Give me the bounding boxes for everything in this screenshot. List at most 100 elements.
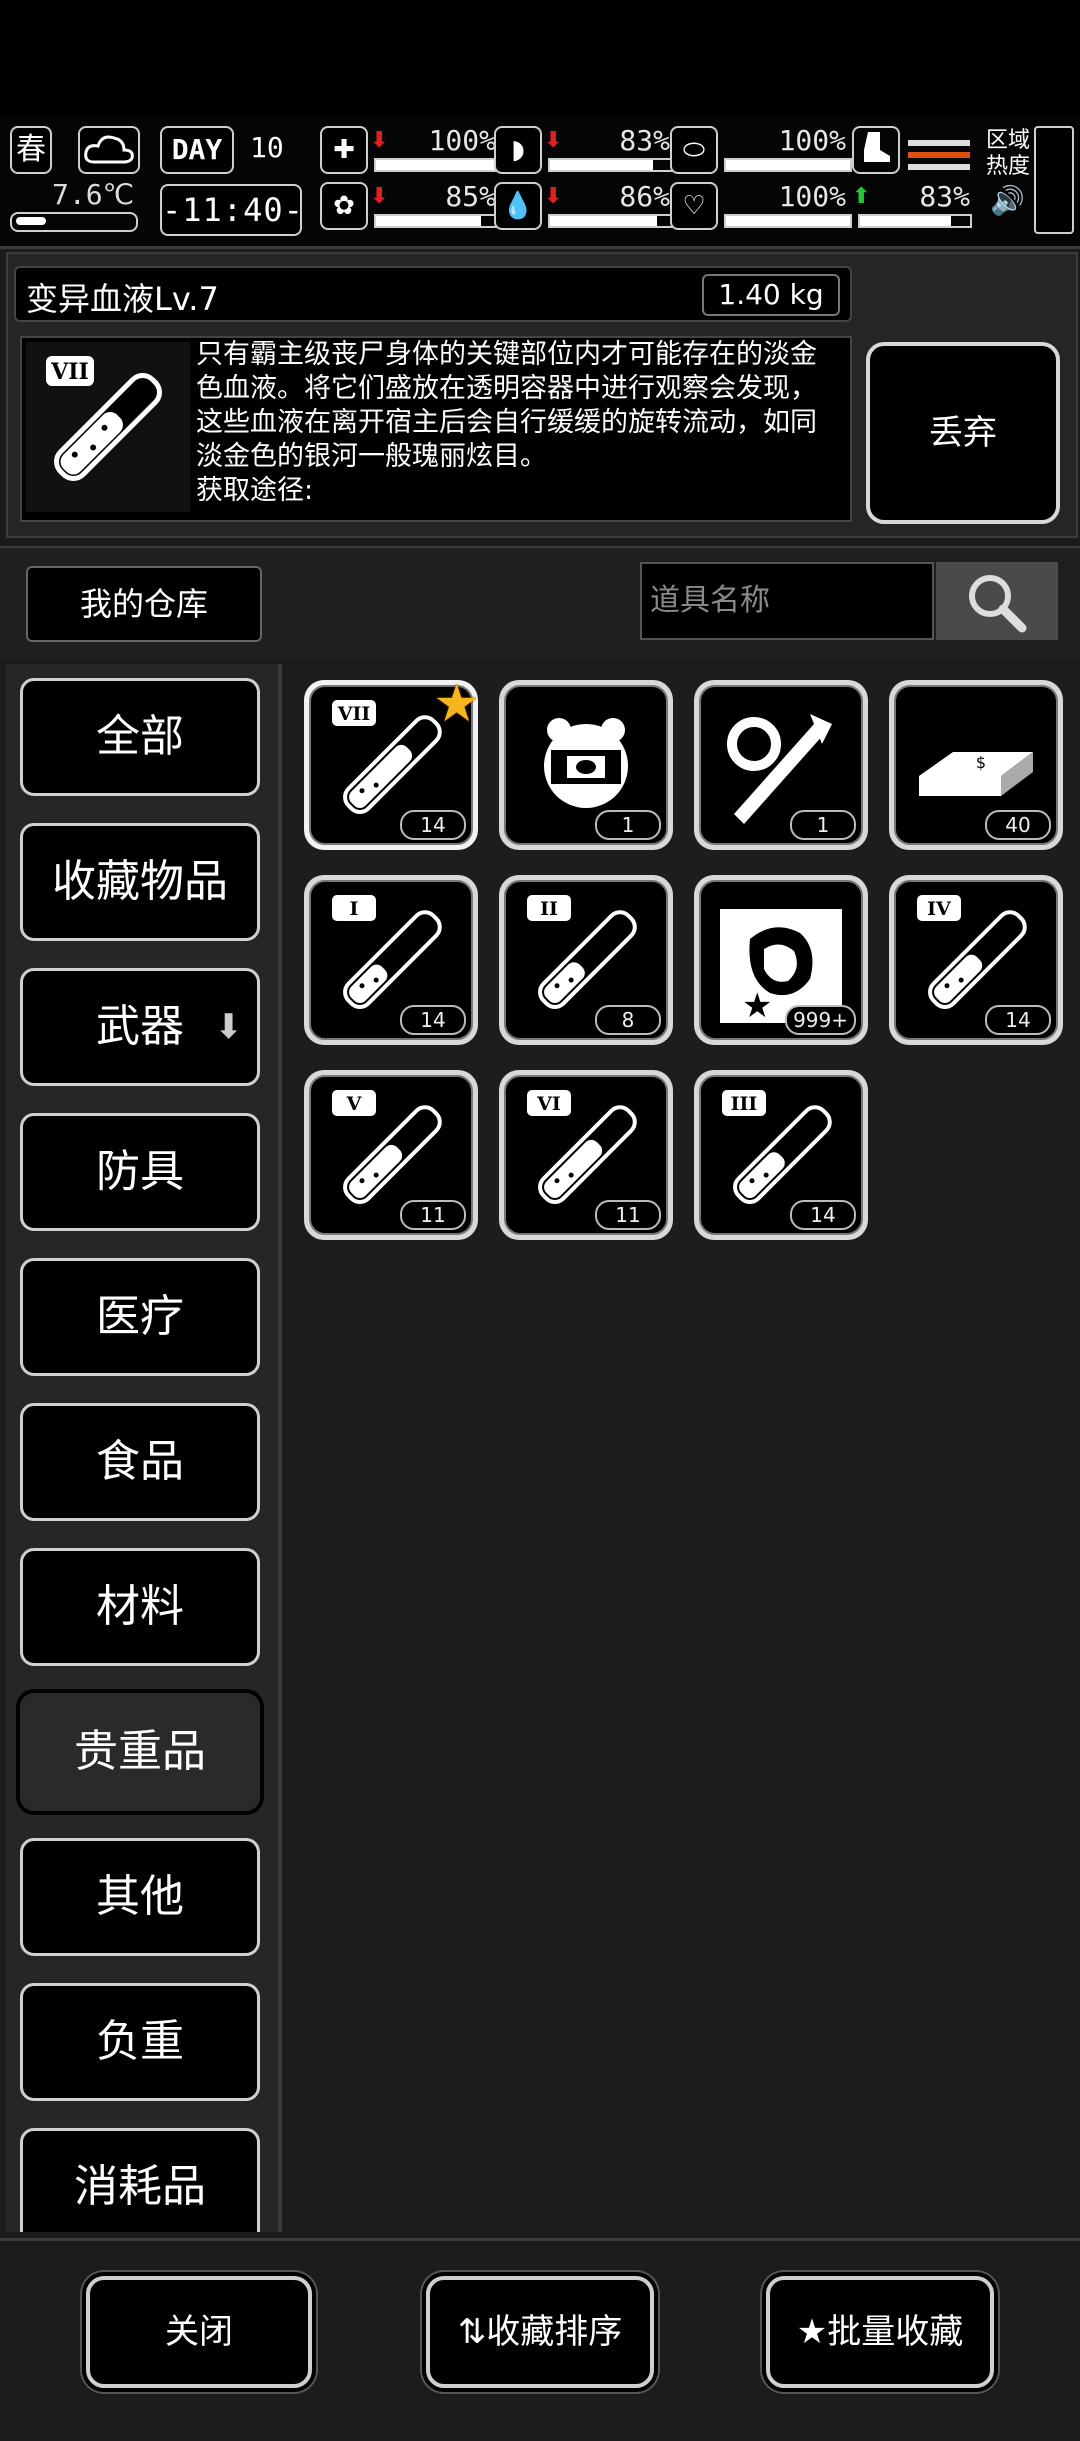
- brain-icon: ✿: [320, 182, 368, 230]
- inventory-slot[interactable]: 1: [499, 680, 673, 850]
- favorite-sort-label: 收藏排序: [486, 2312, 623, 2352]
- search-icon: [969, 575, 1027, 633]
- item-count: 999+: [785, 1005, 856, 1035]
- svg-text:VI: VI: [536, 1093, 561, 1115]
- stamina-bars: [908, 140, 970, 176]
- category-10[interactable]: 消耗品: [20, 2128, 260, 2232]
- inventory-slot[interactable]: ★ 999+: [694, 875, 868, 1045]
- svg-text:III: III: [731, 1093, 758, 1115]
- temperature-readout: 7.6℃: [52, 178, 135, 211]
- item-description: 只有霸主级丧尸身体的关键部位内才可能存在的淡金色血液。将它们盛放在透明容器中进行…: [196, 338, 836, 508]
- close-button[interactable]: 关闭: [86, 2276, 312, 2388]
- category-7[interactable]: 贵重品: [20, 1693, 260, 1811]
- svg-text:II: II: [540, 898, 558, 920]
- category-sidebar: 全部收藏物品武器 ⬇ 防具医疗食品材料贵重品其他负重消耗品: [6, 664, 282, 2232]
- item-count: 11: [400, 1200, 466, 1230]
- status-stat: ✿ ⬇ 85%: [320, 180, 502, 230]
- category-label: 消耗品: [74, 2161, 206, 2212]
- inventory-slot[interactable]: 1: [694, 680, 868, 850]
- svg-text:IV: IV: [927, 898, 952, 920]
- my-warehouse-tab[interactable]: 我的仓库: [26, 566, 262, 642]
- item-count: 8: [595, 1005, 661, 1035]
- category-6[interactable]: 材料: [20, 1548, 260, 1666]
- clock: -11:40-: [160, 184, 303, 236]
- batch-favorite-button[interactable]: ★批量收藏: [766, 2276, 994, 2388]
- category-4[interactable]: 医疗: [20, 1258, 260, 1376]
- item-count: 1: [595, 810, 661, 840]
- category-8[interactable]: 其他: [20, 1838, 260, 1956]
- svg-text:V: V: [346, 1093, 363, 1115]
- status-stat: ⬭ 100%: [670, 124, 852, 174]
- thermometer-bar: [10, 212, 138, 232]
- item-count: 1: [790, 810, 856, 840]
- stat-bar: [548, 158, 676, 172]
- item-weight: 1.40 kg: [702, 274, 840, 316]
- inventory-slot[interactable]: IV 14: [889, 875, 1063, 1045]
- stat-value: 83%: [619, 124, 670, 157]
- boot-icon: [852, 126, 900, 174]
- category-label: 收藏物品: [52, 856, 228, 907]
- category-5[interactable]: 食品: [20, 1403, 260, 1521]
- cloud-icon: [78, 126, 140, 174]
- favorite-sort-button[interactable]: ⇅收藏排序: [426, 2276, 654, 2388]
- category-label: 材料: [96, 1581, 184, 1632]
- svg-text:VII: VII: [50, 359, 89, 385]
- item-count: 14: [400, 1005, 466, 1035]
- item-count: 11: [595, 1200, 661, 1230]
- svg-text:$: $: [976, 753, 986, 772]
- svg-text:VII: VII: [337, 703, 371, 725]
- heart-icon: ♡: [670, 182, 718, 230]
- category-label: 医疗: [96, 1291, 184, 1342]
- stat-bar: [724, 158, 852, 172]
- search-input[interactable]: 道具名称: [640, 562, 934, 640]
- stat-value: 100%: [778, 124, 846, 157]
- stat-value: 100%: [428, 124, 496, 157]
- stomach-icon: ◗: [494, 126, 542, 174]
- blood-vial-icon: VII: [26, 342, 190, 512]
- item-grid: VII ★ 14 1 1 $40 I 14 II 8 ★ 999+ IV 14 V 11 VI 11 III 14: [286, 664, 1080, 2232]
- category-2[interactable]: 武器 ⬇: [20, 968, 260, 1086]
- day-number: 10: [250, 131, 284, 164]
- inventory-slot[interactable]: VI 11: [499, 1070, 673, 1240]
- stat-value: 86%: [619, 180, 670, 213]
- inventory-slot[interactable]: I 14: [304, 875, 478, 1045]
- discard-button[interactable]: 丢弃: [866, 342, 1060, 524]
- water-drop-icon: 💧: [494, 182, 542, 230]
- inventory-slot[interactable]: $40: [889, 680, 1063, 850]
- inventory-slot[interactable]: II 8: [499, 875, 673, 1045]
- svg-text:★: ★: [742, 986, 772, 1026]
- category-1[interactable]: 收藏物品: [20, 823, 260, 941]
- item-description-text: 只有霸主级丧尸身体的关键部位内才可能存在的淡金色血液。将它们盛放在透明容器中进行…: [196, 339, 817, 472]
- item-count: 14: [790, 1200, 856, 1230]
- item-name-bar: 变异血液Lv.7 1.40 kg: [14, 266, 852, 322]
- item-source-label: 获取途径:: [196, 475, 314, 506]
- inventory-slot[interactable]: V 11: [304, 1070, 478, 1240]
- item-name: 变异血液Lv.7: [26, 280, 219, 318]
- arrow-down-icon: ⬇: [214, 1007, 244, 1047]
- day-label: DAY: [160, 126, 234, 174]
- category-0[interactable]: 全部: [20, 678, 260, 796]
- region-heat-label: 区域 热度: [986, 128, 1031, 179]
- region-heat-meter: [1034, 126, 1074, 234]
- category-label: 食品: [96, 1436, 184, 1487]
- category-label: 负重: [96, 2016, 184, 2067]
- category-3[interactable]: 防具: [20, 1113, 260, 1231]
- medkit-icon: ✚: [320, 126, 368, 174]
- category-label: 防具: [96, 1146, 184, 1197]
- inventory-slot[interactable]: III 14: [694, 1070, 868, 1240]
- status-stat: ◗ ⬇ 83%: [494, 124, 676, 174]
- speaker-icon[interactable]: 🔊: [990, 184, 1025, 217]
- batch-favorite-label: 批量收藏: [827, 2312, 964, 2352]
- stat-bar: [374, 158, 502, 172]
- search-button[interactable]: [936, 562, 1058, 640]
- favorite-star-icon: ★: [433, 674, 480, 734]
- close-button-label: 关闭: [165, 2312, 233, 2352]
- stat-bar: [374, 214, 502, 228]
- item-count: 14: [985, 1005, 1051, 1035]
- status-stat: 💧 ⬇ 86%: [494, 180, 676, 230]
- category-label: 其他: [96, 1871, 184, 1922]
- stat-bar: [548, 214, 676, 228]
- top-black-area: [0, 0, 1080, 118]
- category-9[interactable]: 负重: [20, 1983, 260, 2101]
- inventory-slot[interactable]: VII ★ 14: [304, 674, 480, 850]
